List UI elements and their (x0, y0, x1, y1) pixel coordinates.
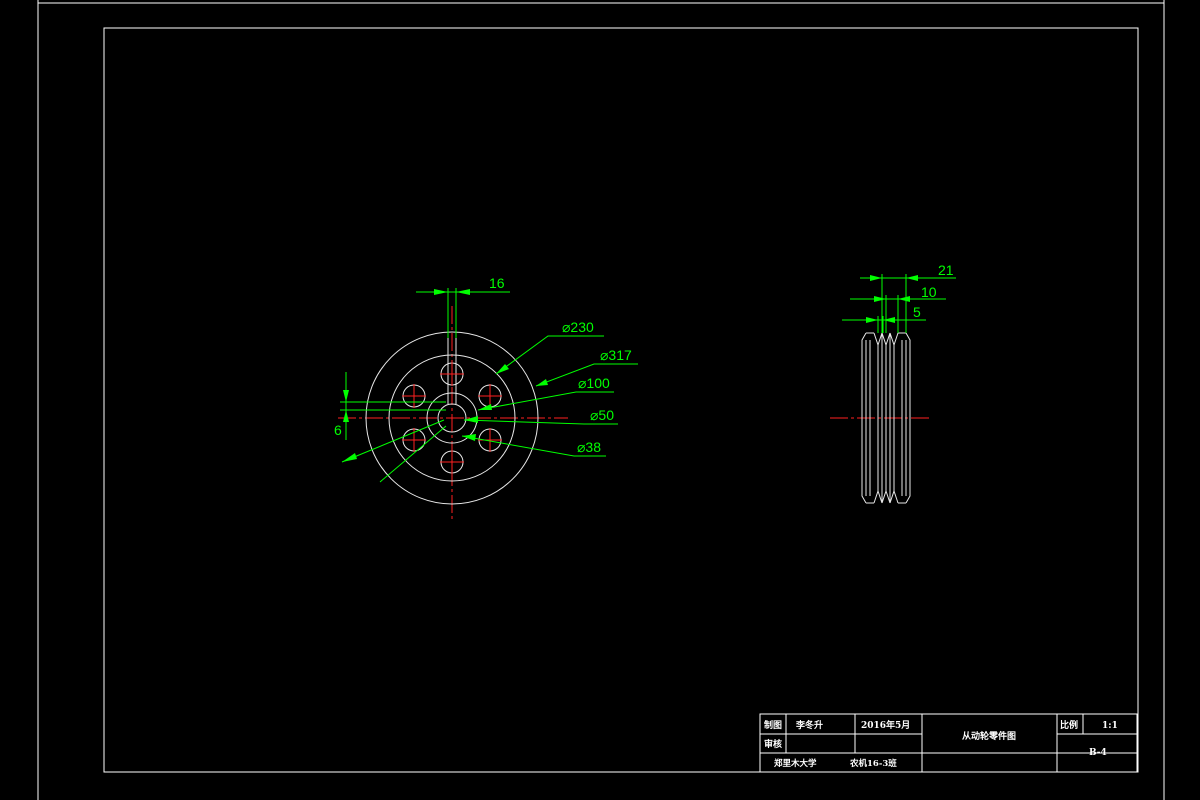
class-name: 农机16-3班 (849, 758, 897, 769)
front-centerlines (338, 306, 568, 522)
dim-diameter-38: ⌀38 (577, 439, 601, 455)
drawing-title: 从动轮零件图 (962, 730, 1016, 742)
drawing-date: 2016年5月 (861, 719, 910, 731)
dim-diameter-100: ⌀100 (578, 375, 610, 391)
scale-label: 比例 (1060, 719, 1078, 731)
dim-width-10: 10 (921, 284, 937, 300)
inner-frame (103, 27, 1139, 773)
drawing-number: B-4 (1089, 748, 1107, 758)
front-view: 16 ⌀230 ⌀317 ⌀100 ⌀50 ⌀38 6 (334, 275, 638, 522)
title-block: 制图 李冬升 2016年5月 从动轮零件图 比例 1:1 审核 B-4 郑里木大… (759, 713, 1138, 773)
side-view: 21 10 5 (830, 262, 956, 504)
school-name: 郑里木大学 (774, 758, 817, 769)
drawn-by-label: 制图 (764, 719, 782, 731)
dim-keyway-width: 16 (489, 275, 505, 291)
drawn-by-name: 李冬升 (795, 719, 823, 731)
cad-drawing-sheet: 16 ⌀230 ⌀317 ⌀100 ⌀50 ⌀38 6 21 10 5 制图 李… (37, 0, 1165, 800)
sheet-border (37, 0, 1165, 800)
dim-keyway-depth: 6 (334, 422, 342, 438)
dim-diameter-230: ⌀230 (562, 319, 594, 335)
review-label: 审核 (764, 738, 782, 750)
side-dimension-lines (842, 274, 956, 333)
dim-diameter-317: ⌀317 (600, 347, 632, 363)
dim-diameter-50: ⌀50 (590, 407, 614, 423)
scale-value: 1:1 (1102, 721, 1118, 731)
front-dimension-arrows (342, 289, 548, 462)
dim-width-5: 5 (913, 304, 921, 320)
front-dimension-texts: 16 ⌀230 ⌀317 ⌀100 ⌀50 ⌀38 6 (334, 275, 632, 455)
side-dimension-texts: 21 10 5 (913, 262, 954, 320)
dim-width-21: 21 (938, 262, 954, 278)
